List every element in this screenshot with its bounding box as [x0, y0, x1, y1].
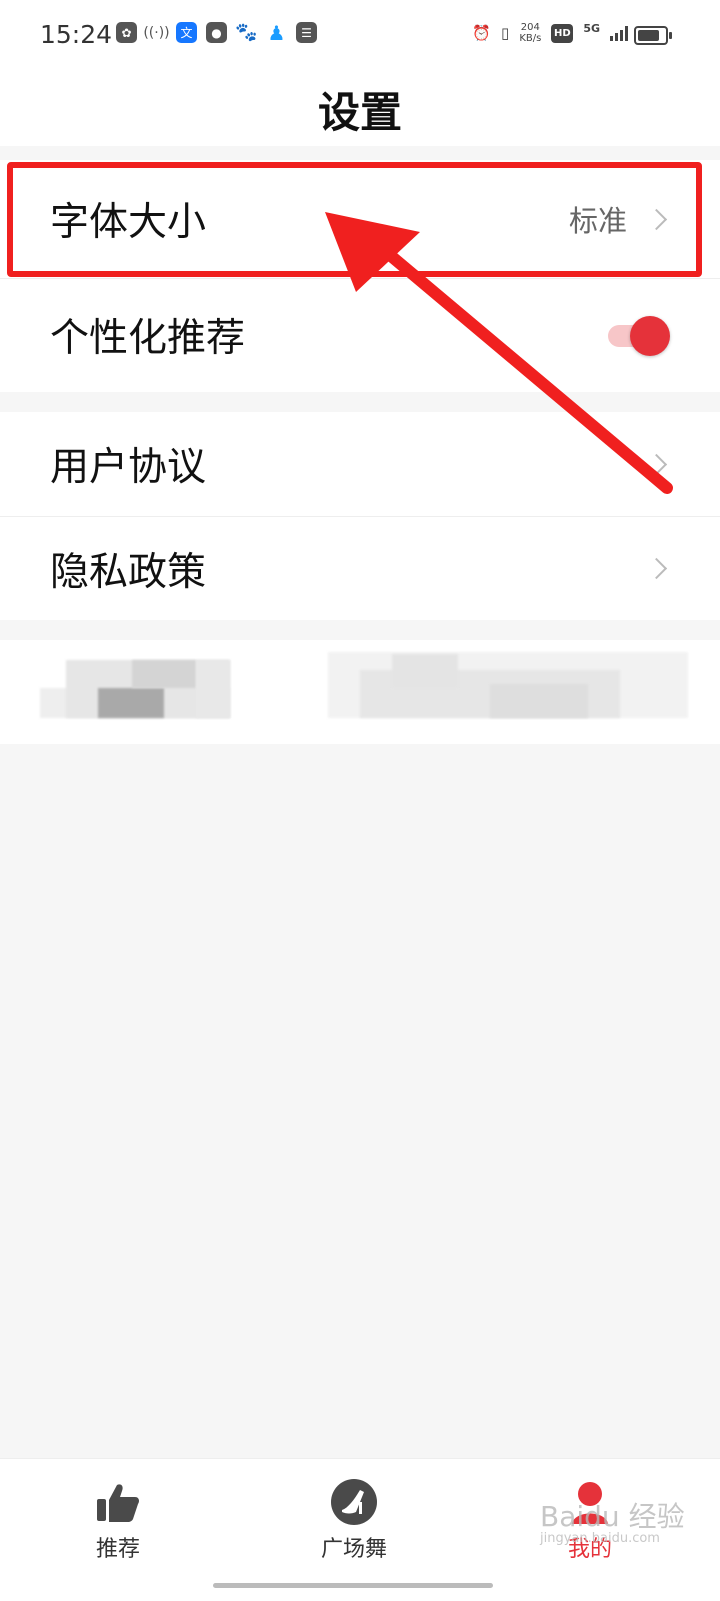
watermark-sub: jingyan.baidu.com [540, 1531, 660, 1546]
user-agreement-row[interactable]: 用户协议 [0, 412, 720, 516]
bottom-tab-bar: 推荐 广场舞 我的 Baidu 经验 jingyan.baidu.com [0, 1458, 720, 1601]
qq-icon: ♟ [267, 20, 286, 45]
vibrate-icon: ▯ [501, 24, 510, 42]
watermark: Baidu 经验 jingyan.baidu.com [540, 1495, 685, 1546]
hotspot-icon: ((·)) [143, 24, 170, 41]
app-icon: ✿ [116, 22, 137, 43]
hd-icon: HD [551, 23, 574, 43]
battery-icon [634, 26, 672, 45]
blurred-row[interactable] [0, 640, 720, 744]
map-pin-icon: ● [206, 22, 227, 43]
alarm-icon: ⏰ [472, 24, 492, 42]
net-speed: 204 KB/s [519, 22, 541, 44]
thumbs-up-icon [91, 1475, 145, 1529]
page-title: 设置 [317, 87, 402, 137]
signal-5g-label: 5G [583, 21, 600, 35]
status-right-icons: ⏰ ▯ 204 KB/s HD 5G [472, 22, 628, 44]
net-speed-value: 204 [520, 22, 540, 33]
watermark-text: Baidu 经验 [540, 1500, 685, 1533]
status-left-icons: ✿ ((·)) 文 ● 🐾 ♟ ☰ [116, 20, 317, 45]
personalized-recommend-label: 个性化推荐 [50, 316, 246, 361]
user-agreement-label: 用户协议 [50, 445, 207, 490]
pixelated-content [0, 640, 720, 744]
chevron-right-icon [645, 453, 668, 475]
privacy-policy-label: 隐私政策 [50, 549, 207, 595]
baidu-icon: 🐾 [235, 22, 258, 43]
page-header: 设置 [0, 72, 720, 146]
personalized-recommend-toggle[interactable] [608, 316, 670, 356]
highlight-box [7, 162, 702, 277]
tab-square-dance-label: 广场舞 [320, 1537, 387, 1562]
toggle-knob [630, 316, 670, 356]
status-time: 15:24 [40, 20, 113, 49]
net-speed-unit: KB/s [519, 33, 542, 44]
home-indicator[interactable] [213, 1583, 493, 1588]
signal-5g-icon [610, 25, 628, 41]
tab-recommend[interactable]: 推荐 [48, 1475, 188, 1563]
privacy-policy-row[interactable]: 隐私政策 [0, 516, 720, 620]
tab-recommend-label: 推荐 [95, 1537, 140, 1562]
high-heel-icon [327, 1475, 381, 1529]
status-bar: 15:24 ✿ ((·)) 文 ● 🐾 ♟ ☰ ⏰ ▯ 204 KB/s HD … [0, 0, 720, 72]
personalized-recommend-row: 个性化推荐 [0, 278, 720, 391]
settings-group-legal: 用户协议 隐私政策 [0, 412, 720, 620]
tab-square-dance[interactable]: 广场舞 [284, 1475, 424, 1563]
translate-icon: 文 [176, 22, 197, 43]
chevron-right-icon [645, 557, 668, 580]
calendar-icon: ☰ [296, 22, 317, 43]
